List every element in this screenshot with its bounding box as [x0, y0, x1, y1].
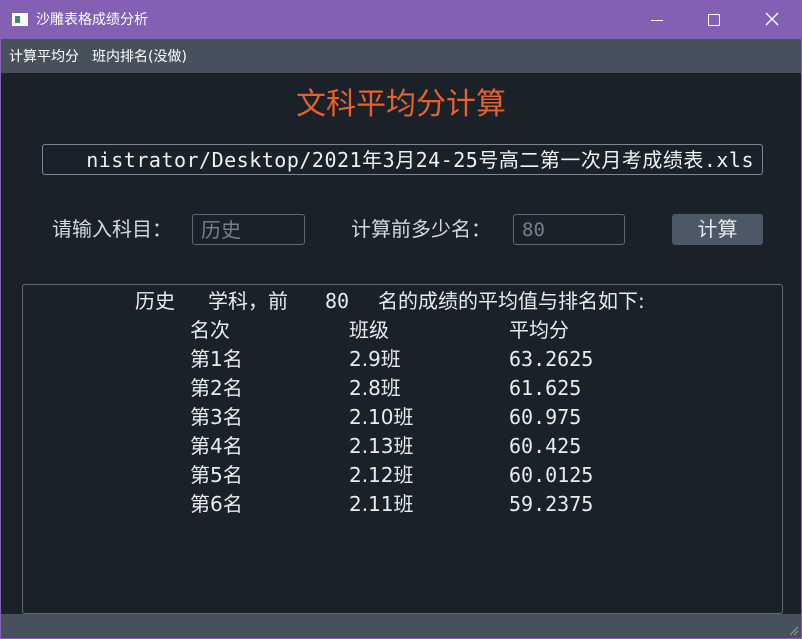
count-label: 计算前多少名： [351, 217, 491, 241]
row-rank: 第1名 [190, 347, 243, 371]
row-average: 60.975 [509, 405, 582, 429]
row-class: 2.13班 [349, 434, 414, 458]
status-bar [1, 614, 801, 638]
subject-input[interactable]: 历史 [192, 214, 305, 245]
subject-placeholder: 历史 [201, 218, 241, 242]
minimize-icon [651, 20, 663, 21]
result-output[interactable]: 历史 学科，前 80 名的成绩的平均值与排名如下: 名次 班级 平均分 第1名 … [22, 284, 783, 614]
row-class: 2.8班 [349, 376, 401, 400]
calculate-button[interactable]: 计算 [672, 214, 763, 245]
file-path-value: nistrator/Desktop/2021年3月24-25号高二第一次月考成绩… [86, 148, 754, 172]
minimize-button[interactable] [627, 1, 685, 39]
count-input[interactable]: 80 [513, 214, 625, 245]
menu-item-average[interactable]: 计算平均分 [9, 48, 79, 66]
row-rank: 第5名 [190, 463, 243, 487]
menu-item-class-ranking[interactable]: 班内排名(没做) [92, 48, 187, 66]
row-class: 2.10班 [349, 405, 414, 429]
summary-subject: 历史 [135, 289, 175, 313]
menu-bar: 计算平均分 班内排名(没做) [1, 39, 801, 73]
close-icon [765, 12, 779, 26]
summary-tail: 名的成绩的平均值与排名如下: [378, 289, 645, 313]
app-window: 沙雕表格成绩分析 计算平均分 班内排名(没做) 文科平均分计算 nistrato… [0, 0, 802, 639]
maximize-icon [708, 14, 720, 26]
page-title: 文科平均分计算 [296, 87, 506, 122]
title-bar[interactable]: 沙雕表格成绩分析 [1, 1, 801, 39]
resize-grip-icon[interactable] [787, 624, 799, 636]
window-title: 沙雕表格成绩分析 [36, 12, 148, 28]
header-class: 班级 [349, 318, 389, 342]
main-panel: 文科平均分计算 nistrator/Desktop/2021年3月24-25号高… [1, 73, 801, 614]
row-average: 59.2375 [509, 492, 594, 516]
row-class: 2.12班 [349, 463, 414, 487]
subject-label: 请输入科目： [52, 217, 172, 241]
row-rank: 第3名 [190, 405, 243, 429]
summary-text: 学科，前 [208, 289, 288, 313]
close-button[interactable] [743, 1, 801, 39]
header-rank: 名次 [190, 318, 230, 342]
count-placeholder: 80 [522, 219, 545, 241]
row-class: 2.11班 [349, 492, 414, 516]
row-class: 2.9班 [349, 347, 401, 371]
app-window-icon [12, 13, 28, 26]
maximize-button[interactable] [685, 1, 743, 39]
row-average: 63.2625 [509, 347, 594, 371]
row-average: 60.0125 [509, 463, 594, 487]
summary-count: 80 [325, 289, 350, 313]
row-rank: 第4名 [190, 434, 243, 458]
file-path-field[interactable]: nistrator/Desktop/2021年3月24-25号高二第一次月考成绩… [42, 144, 763, 175]
row-average: 61.625 [509, 376, 582, 400]
header-average: 平均分 [509, 318, 569, 342]
row-rank: 第6名 [190, 492, 243, 516]
row-average: 60.425 [509, 434, 582, 458]
row-rank: 第2名 [190, 376, 243, 400]
